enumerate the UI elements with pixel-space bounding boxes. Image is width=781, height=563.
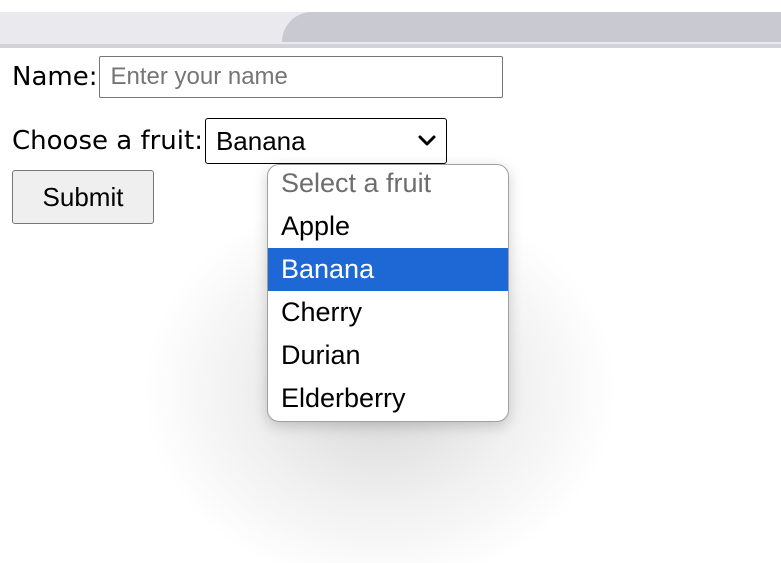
name-input[interactable] [99,56,504,98]
fruit-label: Choose a fruit: [12,126,203,156]
dropdown-option[interactable]: Durian [268,334,508,377]
chevron-down-icon [418,135,436,146]
browser-chrome-top [0,0,781,12]
name-row: Name: [12,56,504,98]
fruit-row: Choose a fruit: Banana [12,118,447,164]
page: Name: Choose a fruit: Banana Submit Sele… [0,0,781,563]
dropdown-option[interactable]: Apple [268,205,508,248]
browser-chrome-divider [0,44,781,48]
dropdown-option[interactable]: Cherry [268,291,508,334]
dropdown-option[interactable]: Banana [268,248,508,291]
dropdown-option[interactable]: Elderberry [268,377,508,420]
fruit-select-value: Banana [215,125,306,156]
submit-button[interactable]: Submit [12,170,154,224]
name-label: Name: [12,62,98,92]
fruit-dropdown-list: Select a fruit Apple Banana Cherry Durian Eld… [267,164,509,422]
browser-tab-area [282,12,781,42]
dropdown-option[interactable]: Select a fruit [268,165,508,205]
fruit-select[interactable]: Banana [204,118,447,164]
